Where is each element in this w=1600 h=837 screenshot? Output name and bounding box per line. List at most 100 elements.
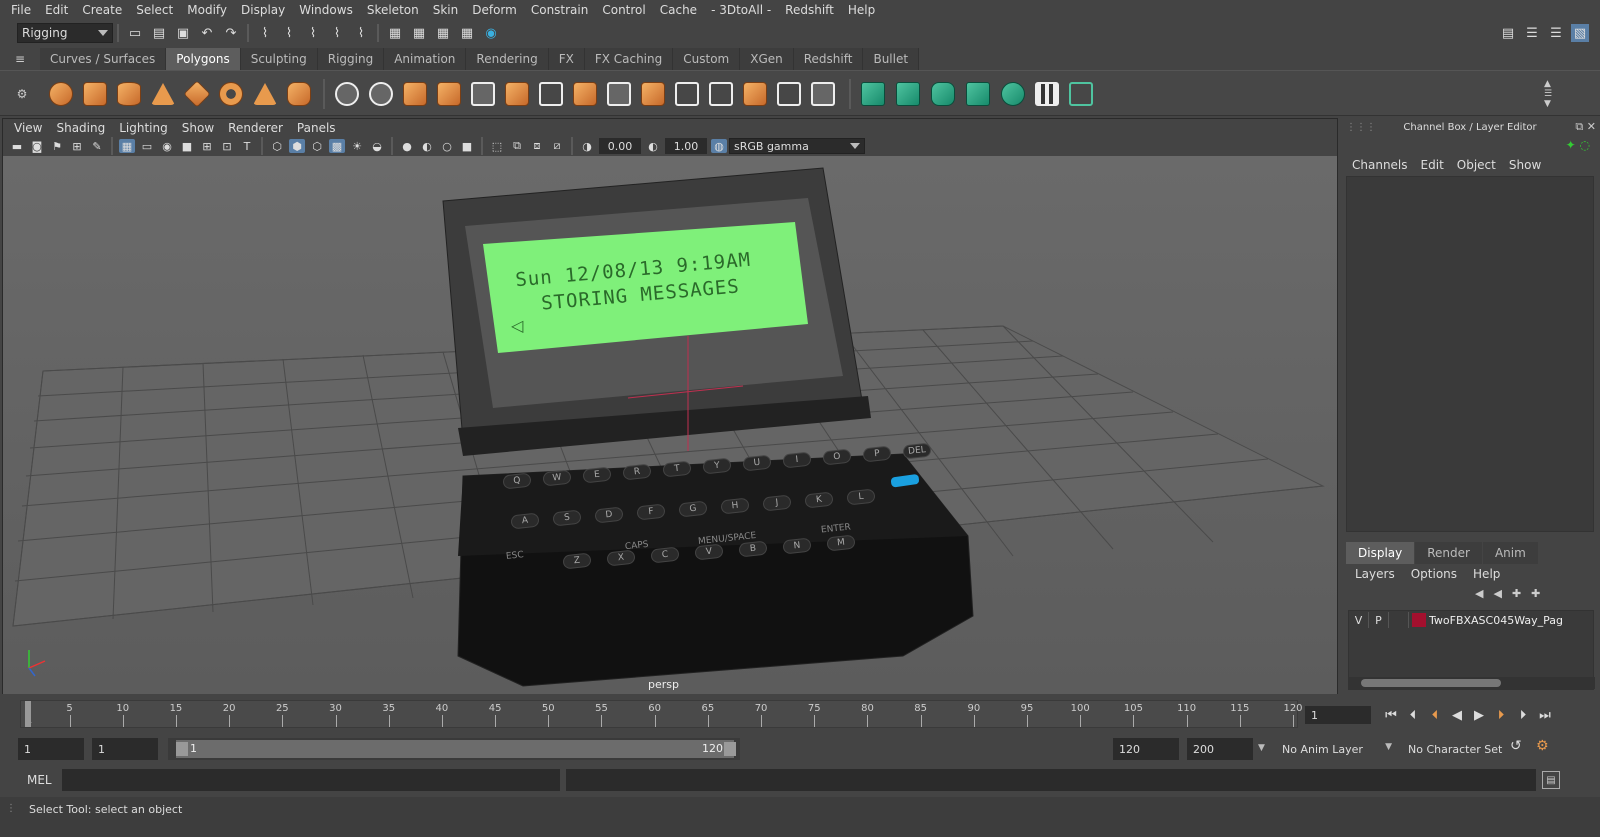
- layer-playback[interactable]: P: [1369, 612, 1389, 628]
- play-forward-icon[interactable]: ▶: [1468, 704, 1490, 726]
- character-set-dropdown[interactable]: No Character Set: [1402, 738, 1506, 760]
- render-frame-icon[interactable]: ▦: [410, 24, 428, 42]
- viewport-menu-shading[interactable]: Shading: [49, 121, 112, 135]
- shelf-tab-custom[interactable]: Custom: [673, 48, 741, 70]
- lights-icon[interactable]: ☀: [349, 139, 365, 153]
- poly-pipe-icon[interactable]: [284, 79, 314, 109]
- cylindrical-map-icon[interactable]: [928, 79, 958, 109]
- menu-deform[interactable]: Deform: [465, 3, 524, 17]
- menu-redshift[interactable]: Redshift: [778, 3, 841, 17]
- ssao-icon[interactable]: ●: [399, 139, 415, 153]
- resolution-gate-icon[interactable]: ◉: [159, 139, 175, 153]
- menu-windows[interactable]: Windows: [292, 3, 360, 17]
- viewport-menu-lighting[interactable]: Lighting: [112, 121, 175, 135]
- pencil-icon[interactable]: ✎: [89, 139, 105, 153]
- colorspace-dropdown[interactable]: sRGB gamma: [729, 138, 865, 154]
- snap-grid-icon[interactable]: ⌇: [256, 24, 274, 42]
- extrude-icon[interactable]: [468, 79, 498, 109]
- xray-joints-icon[interactable]: ⧈: [529, 139, 545, 153]
- unfold-icon[interactable]: [998, 79, 1028, 109]
- bridge-icon[interactable]: [604, 79, 634, 109]
- layer-tab-display[interactable]: Display: [1346, 542, 1415, 564]
- layer-tab-render[interactable]: Render: [1415, 542, 1482, 564]
- color-management-icon[interactable]: ◍: [711, 139, 727, 153]
- step-back-icon[interactable]: ⏴: [1402, 704, 1424, 726]
- channel-menu-edit[interactable]: Edit: [1421, 158, 1444, 172]
- poly-cone-icon[interactable]: [148, 79, 178, 109]
- gamma-field[interactable]: 1.00: [665, 138, 707, 154]
- step-forward-key-icon[interactable]: ⏵: [1490, 704, 1512, 726]
- snap-curve-icon[interactable]: ⌇: [280, 24, 298, 42]
- menu-file[interactable]: File: [4, 3, 38, 17]
- insert-edge-loop-icon[interactable]: [672, 79, 702, 109]
- gamma-icon[interactable]: ◐: [645, 139, 661, 153]
- ipr-render-icon[interactable]: ▦: [434, 24, 452, 42]
- gate-mask-icon[interactable]: ■: [179, 139, 195, 153]
- checker-map-icon[interactable]: [1032, 79, 1062, 109]
- image-plane-icon[interactable]: ⊞: [69, 139, 85, 153]
- layer-menu-layers[interactable]: Layers: [1355, 567, 1395, 581]
- command-language-label[interactable]: MEL: [27, 773, 52, 787]
- isolate-select-icon[interactable]: ⬚: [489, 139, 505, 153]
- save-scene-icon[interactable]: ▣: [174, 24, 192, 42]
- menu-select[interactable]: Select: [129, 3, 180, 17]
- quadrangulate-icon[interactable]: [808, 79, 838, 109]
- scene-start-field[interactable]: 1: [18, 738, 84, 760]
- shelf-tab-bullet[interactable]: Bullet: [863, 48, 920, 70]
- viewport-menu-renderer[interactable]: Renderer: [221, 121, 290, 135]
- layer-visibility[interactable]: V: [1349, 612, 1369, 628]
- exposure-icon[interactable]: ◑: [579, 139, 595, 153]
- shelf-tab-polygons[interactable]: Polygons: [166, 48, 241, 70]
- mode-dropdown[interactable]: Rigging: [17, 23, 113, 43]
- shelf-tab-animation[interactable]: Animation: [384, 48, 467, 70]
- triangulate-icon[interactable]: [774, 79, 804, 109]
- snap-surface-icon[interactable]: ⌇: [352, 24, 370, 42]
- shelf-tab-redshift[interactable]: Redshift: [793, 48, 864, 70]
- poly-plane-icon[interactable]: [182, 79, 212, 109]
- layer-type[interactable]: [1389, 612, 1409, 628]
- shelf-tab-fx[interactable]: FX: [548, 48, 585, 70]
- shelf-tab-rendering[interactable]: Rendering: [466, 48, 549, 70]
- menu-modify[interactable]: Modify: [180, 3, 234, 17]
- step-back-key-icon[interactable]: ⏴: [1424, 704, 1446, 726]
- toggle-attribute-editor-icon[interactable]: ☰: [1523, 24, 1541, 42]
- scene-end-field[interactable]: 200: [1187, 738, 1253, 760]
- viewport-menu-view[interactable]: View: [7, 121, 49, 135]
- step-forward-icon[interactable]: ⏵: [1512, 704, 1534, 726]
- auto-map-icon[interactable]: [963, 79, 993, 109]
- horizontal-scrollbar[interactable]: [1349, 677, 1595, 689]
- shelf-tab-curves-surfaces[interactable]: Curves / Surfaces: [40, 48, 167, 70]
- wireframe-icon[interactable]: ⬡: [269, 139, 285, 153]
- safe-action-icon[interactable]: ⊡: [219, 139, 235, 153]
- bevel-icon[interactable]: [502, 79, 532, 109]
- auto-key-icon[interactable]: ↺: [1510, 738, 1522, 754]
- wireframe-on-shaded-icon[interactable]: ⬡: [309, 139, 325, 153]
- new-layer-selected-icon[interactable]: ✚: [1531, 587, 1540, 600]
- layer-row[interactable]: V P TwoFBXASC045Way_Pag: [1349, 611, 1595, 629]
- menu-create[interactable]: Create: [75, 3, 129, 17]
- menu-3dtoall[interactable]: - 3DtoAll -: [704, 3, 778, 17]
- render-settings-icon[interactable]: ▦: [458, 24, 476, 42]
- redo-icon[interactable]: ↷: [222, 24, 240, 42]
- new-layer-icon[interactable]: ✚: [1512, 587, 1521, 600]
- poly-torus-icon[interactable]: [216, 79, 246, 109]
- target-weld-icon[interactable]: [570, 79, 600, 109]
- combine-icon[interactable]: [332, 79, 362, 109]
- menu-skeleton[interactable]: Skeleton: [360, 3, 426, 17]
- float-icon[interactable]: ⧉: [1575, 120, 1583, 133]
- toggle-channel-box-icon[interactable]: ▧: [1571, 24, 1589, 42]
- range-handle-start[interactable]: [176, 742, 188, 756]
- bookmark-icon[interactable]: ⚑: [49, 139, 65, 153]
- shelf-tab-fx-caching[interactable]: FX Caching: [584, 48, 674, 70]
- shelf-scroll-arrows[interactable]: ▲ ☰ ▼: [1540, 79, 1556, 109]
- menu-help[interactable]: Help: [841, 3, 882, 17]
- field-chart-icon[interactable]: ⊞: [199, 139, 215, 153]
- xray-active-icon[interactable]: ⧄: [549, 139, 565, 153]
- motion-blur-icon[interactable]: ◐: [419, 139, 435, 153]
- channel-menu-channels[interactable]: Channels: [1352, 158, 1408, 172]
- exposure-field[interactable]: 0.00: [599, 138, 641, 154]
- anim-layer-dropdown[interactable]: No Anim Layer ▼: [1276, 738, 1398, 760]
- smooth-shade-icon[interactable]: ⬢: [289, 139, 305, 153]
- move-layer-up-icon[interactable]: ◀: [1475, 587, 1483, 600]
- open-scene-icon[interactable]: ▤: [150, 24, 168, 42]
